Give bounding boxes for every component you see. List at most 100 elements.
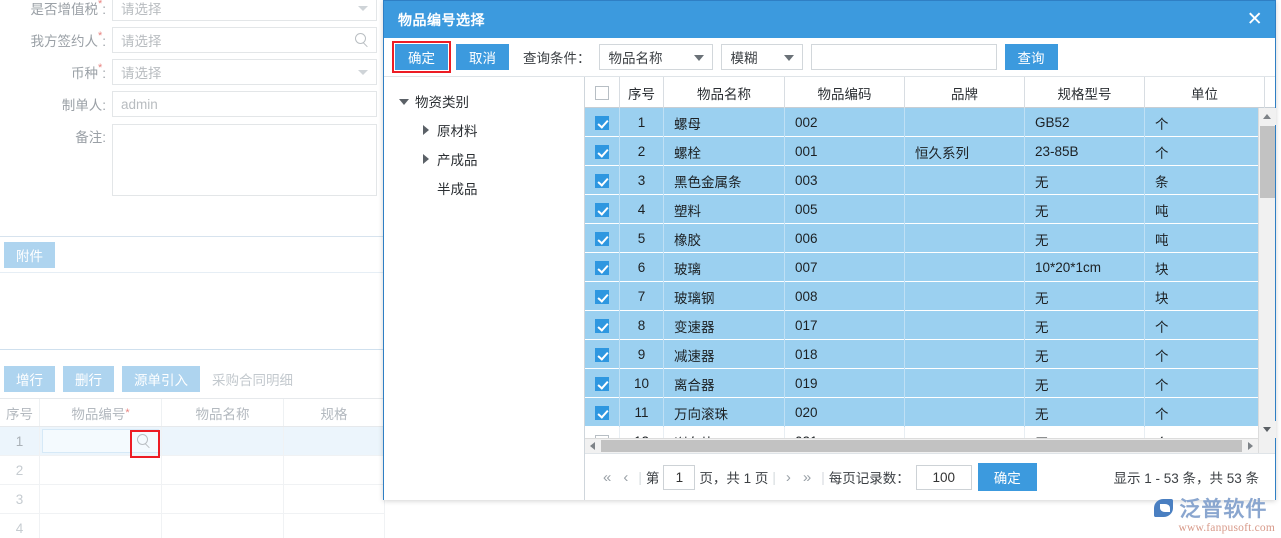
scroll-right-arrow-icon[interactable] (1243, 439, 1258, 453)
detail-cell-item-name[interactable] (162, 427, 284, 455)
pager-confirm-button[interactable]: 确定 (977, 463, 1037, 491)
horizontal-scrollbar[interactable] (585, 438, 1258, 453)
table-row[interactable]: 1 螺母 002 GB52 个 (585, 108, 1275, 137)
close-icon[interactable]: ✕ (1235, 1, 1275, 38)
delete-row-button[interactable]: 删行 (63, 366, 114, 392)
detail-cell-spec[interactable] (284, 514, 385, 538)
scroll-left-arrow-icon[interactable] (585, 439, 600, 453)
page-number-input[interactable] (663, 464, 696, 490)
detail-cell-item-code[interactable] (40, 485, 162, 513)
prev-page-button[interactable]: ‹ (617, 469, 634, 486)
import-source-button[interactable]: 源单引入 (122, 366, 200, 392)
table-row[interactable]: 3 (0, 485, 385, 514)
search-icon[interactable] (355, 33, 369, 47)
table-row[interactable]: 4 (0, 514, 385, 538)
row-checkbox-cell[interactable] (585, 224, 620, 253)
detail-cell-item-code[interactable] (40, 427, 162, 455)
search-icon[interactable] (137, 434, 151, 448)
horizontal-scroll-thumb[interactable] (601, 440, 1242, 452)
first-page-button[interactable]: « (597, 469, 617, 486)
row-checkbox[interactable] (595, 289, 609, 304)
row-checkbox[interactable] (595, 202, 609, 217)
detail-cell-spec[interactable] (284, 485, 385, 513)
table-row[interactable]: 7 玻璃钢 008 无块 (585, 282, 1275, 311)
row-checkbox[interactable] (595, 115, 609, 130)
tree-node-raw-material[interactable]: 原材料 (384, 115, 584, 144)
tree-node-material-category[interactable]: 物资类别 (384, 86, 584, 115)
detail-cell-item-code[interactable] (40, 456, 162, 484)
attachment-button[interactable]: 附件 (4, 242, 55, 268)
row-checkbox[interactable] (595, 318, 609, 333)
cell-unit: 吨 (1145, 224, 1265, 253)
next-page-button[interactable]: › (780, 469, 797, 486)
remark-textarea[interactable] (112, 124, 377, 196)
row-checkbox-cell[interactable] (585, 166, 620, 195)
row-checkbox-cell[interactable] (585, 398, 620, 427)
row-checkbox-cell[interactable] (585, 137, 620, 166)
table-row[interactable]: 8 变速器 017 无个 (585, 311, 1275, 340)
detail-cell-item-code[interactable] (40, 514, 162, 538)
vertical-scroll-thumb[interactable] (1260, 126, 1275, 198)
cell-seq: 5 (620, 224, 664, 253)
row-checkbox-cell[interactable] (585, 369, 620, 398)
select-all-checkbox[interactable] (595, 85, 609, 100)
select-all-cell[interactable] (585, 77, 620, 108)
chevron-down-icon[interactable] (398, 95, 410, 107)
signer-input[interactable]: 请选择 (112, 27, 377, 53)
scroll-up-arrow-icon[interactable] (1259, 108, 1276, 125)
detail-tab-label[interactable]: 采购合同明细 (212, 369, 293, 389)
table-row[interactable]: 1 (0, 427, 385, 456)
keyword-input[interactable] (810, 44, 997, 70)
table-row[interactable]: 11 万向滚珠 020 无个 (585, 398, 1275, 427)
row-checkbox[interactable] (595, 144, 609, 159)
col-header-brand[interactable]: 品牌 (905, 77, 1025, 108)
vertical-scrollbar[interactable] (1258, 108, 1276, 453)
detail-cell-spec[interactable] (284, 427, 385, 455)
col-header-item-code[interactable]: 物品编码 (785, 77, 905, 108)
page-size-input[interactable] (915, 464, 972, 490)
row-checkbox[interactable] (595, 260, 609, 275)
search-button[interactable]: 查询 (1004, 44, 1058, 70)
table-row[interactable]: 6 玻璃 007 10*20*1cm 块 (585, 253, 1275, 282)
row-checkbox-cell[interactable] (585, 108, 620, 137)
cancel-button[interactable]: 取消 (456, 44, 509, 70)
row-checkbox-cell[interactable] (585, 282, 620, 311)
creator-input[interactable]: admin (112, 91, 377, 117)
row-checkbox[interactable] (595, 231, 609, 246)
vat-select-value: 请选择 (121, 2, 162, 17)
detail-cell-item-name[interactable] (162, 456, 284, 484)
chevron-right-icon[interactable] (420, 124, 432, 136)
table-row[interactable]: 4 塑料 005 无吨 (585, 195, 1275, 224)
row-checkbox-cell[interactable] (585, 195, 620, 224)
table-row[interactable]: 5 橡胶 006 无吨 (585, 224, 1275, 253)
table-row[interactable]: 3 黑色金属条 003 无条 (585, 166, 1275, 195)
table-row[interactable]: 2 (0, 456, 385, 485)
vat-select[interactable]: 请选择 (112, 0, 377, 21)
currency-select[interactable]: 请选择 (112, 59, 377, 85)
col-header-unit[interactable]: 单位 (1145, 77, 1265, 108)
table-row[interactable]: 10 离合器 019 无个 (585, 369, 1275, 398)
row-checkbox-cell[interactable] (585, 340, 620, 369)
row-checkbox[interactable] (595, 376, 609, 391)
scroll-down-arrow-icon[interactable] (1259, 421, 1276, 438)
table-row[interactable]: 9 减速器 018 无个 (585, 340, 1275, 369)
row-checkbox[interactable] (595, 173, 609, 188)
last-page-button[interactable]: » (797, 469, 817, 486)
col-header-seq[interactable]: 序号 (620, 77, 664, 108)
row-checkbox[interactable] (595, 347, 609, 362)
detail-cell-item-name[interactable] (162, 485, 284, 513)
row-checkbox-cell[interactable] (585, 311, 620, 340)
row-checkbox[interactable] (595, 405, 609, 420)
table-row[interactable]: 2 螺栓 001 恒久系列 23-85B 个 (585, 137, 1275, 166)
detail-cell-item-name[interactable] (162, 514, 284, 538)
col-header-spec[interactable]: 规格型号 (1025, 77, 1145, 108)
col-header-item-name[interactable]: 物品名称 (664, 77, 785, 108)
tree-node-semi-finished[interactable]: 半成品 (384, 173, 584, 202)
add-row-button[interactable]: 增行 (4, 366, 55, 392)
match-mode-select[interactable]: 模糊 (720, 44, 803, 70)
chevron-right-icon[interactable] (420, 153, 432, 165)
row-checkbox-cell[interactable] (585, 253, 620, 282)
query-field-select[interactable]: 物品名称 (598, 44, 713, 70)
tree-node-finished-product[interactable]: 产成品 (384, 144, 584, 173)
detail-cell-spec[interactable] (284, 456, 385, 484)
